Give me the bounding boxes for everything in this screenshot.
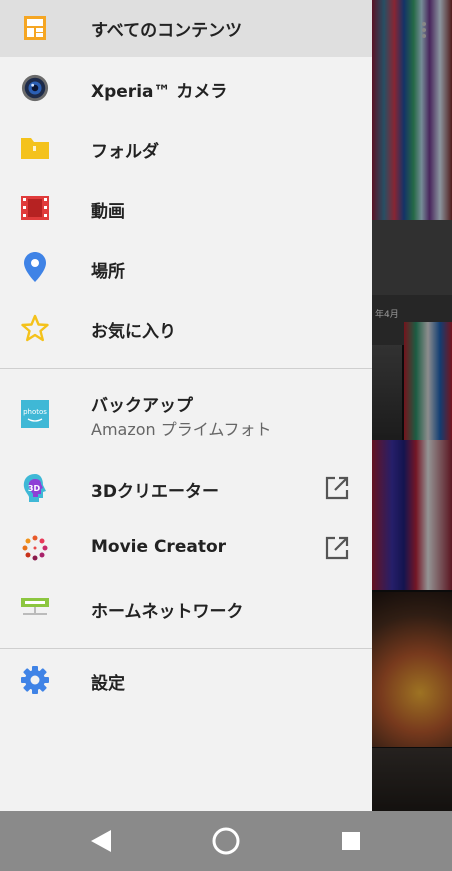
settings-gear-icon xyxy=(21,666,49,694)
recents-square-icon[interactable] xyxy=(334,824,368,858)
drawer-item-all-content[interactable]: すべてのコンテンツ xyxy=(0,0,372,57)
drawer-item-video[interactable]: 動画 xyxy=(0,178,372,238)
back-triangle-icon[interactable] xyxy=(84,824,118,858)
drawer-item-backup[interactable]: photos バックアップ Amazon プライムフォト xyxy=(0,380,372,448)
system-navigation-bar xyxy=(0,811,452,871)
drawer-item-label: ホームネットワーク xyxy=(91,602,244,622)
drawer-item-3d-creator[interactable]: 3D 3Dクリエーター xyxy=(0,458,372,518)
movie-creator-icon xyxy=(21,534,49,562)
amazon-photos-icon: photos xyxy=(21,400,49,428)
navigation-drawer: すべてのコンテンツ Xperia™ カメラ フォルダ 動画 場所 お気に入り p… xyxy=(0,0,372,811)
drawer-item-home-network[interactable]: ホームネットワーク xyxy=(0,578,372,638)
drawer-item-label: 動画 xyxy=(91,202,125,222)
drawer-item-label: 場所 xyxy=(91,262,125,282)
drawer-item-label: お気に入り xyxy=(91,322,176,342)
drawer-item-folder[interactable]: フォルダ xyxy=(0,118,372,178)
all-content-icon xyxy=(21,14,49,42)
star-icon xyxy=(21,314,49,342)
drawer-divider xyxy=(0,648,372,649)
scrim[interactable] xyxy=(372,0,452,811)
home-circle-icon[interactable] xyxy=(209,824,243,858)
3d-creator-icon: 3D xyxy=(21,474,49,502)
location-pin-icon xyxy=(21,252,49,282)
drawer-item-label: フォルダ xyxy=(91,142,159,162)
drawer-item-label: 設定 xyxy=(91,674,125,694)
home-network-icon xyxy=(21,594,49,622)
drawer-item-movie-creator[interactable]: Movie Creator xyxy=(0,518,372,578)
external-link-icon[interactable] xyxy=(324,535,350,561)
drawer-item-settings[interactable]: 設定 xyxy=(0,650,372,710)
3d-creator-icon-text: 3D xyxy=(28,484,41,493)
folder-icon xyxy=(21,134,49,162)
drawer-item-label: すべてのコンテンツ xyxy=(91,21,243,41)
video-film-icon xyxy=(21,194,49,222)
external-link-icon[interactable] xyxy=(324,475,350,501)
drawer-item-label: Xperia™ カメラ xyxy=(91,82,228,102)
drawer-item-label: バックアップ xyxy=(91,396,193,416)
drawer-item-camera[interactable]: Xperia™ カメラ xyxy=(0,58,372,118)
drawer-item-label: Movie Creator xyxy=(91,537,227,557)
amazon-photos-icon-text: photos xyxy=(23,408,47,416)
drawer-item-location[interactable]: 場所 xyxy=(0,238,372,298)
camera-icon xyxy=(21,74,49,102)
drawer-item-favorites[interactable]: お気に入り xyxy=(0,298,372,358)
drawer-divider xyxy=(0,368,372,369)
drawer-item-sublabel: Amazon プライムフォト xyxy=(91,420,272,439)
drawer-item-label: 3Dクリエーター xyxy=(91,482,219,502)
